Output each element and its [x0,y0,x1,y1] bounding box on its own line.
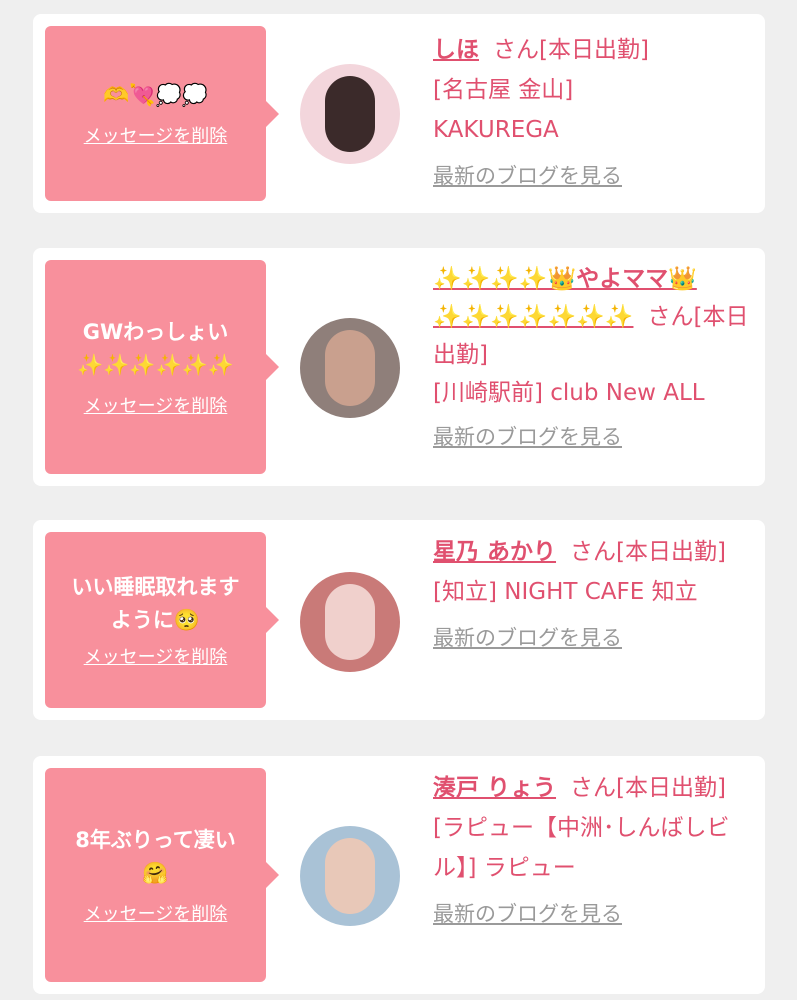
avatar[interactable] [300,64,400,164]
message-text: ✨✨✨✨✨✨ [77,353,234,377]
cast-info: ✨✨✨✨👑やよママ👑✨✨✨✨✨✨✨ さん[本日出勤] [川崎駅前] club Ne… [433,260,753,456]
latest-blog-link[interactable]: 最新のブログを見る [433,894,753,934]
message-card: 8年ぶりって凄い 🤗 メッセージを削除 湊戸 りょう さん[本日出勤] [ラピュー… [33,756,765,994]
message-text: GWわっしょい [82,320,229,344]
message-card: いい睡眠取れます ように🥺 メッセージを削除 星乃 あかり さん[本日出勤] [知… [33,520,765,720]
store-name: [知立] NIGHT CAFE 知立 [433,579,698,605]
message-card: GWわっしょい ✨✨✨✨✨✨ メッセージを削除 ✨✨✨✨👑やよママ👑✨✨✨✨✨✨… [33,248,765,486]
cast-name-link[interactable]: しほ [433,37,479,63]
cast-info: 星乃 あかり さん[本日出勤] [知立] NIGHT CAFE 知立 最新のブログ… [433,532,753,658]
cast-name-link[interactable]: 湊戸 りょう [433,775,556,801]
store-name: [ラピュー【中洲･しんばしビル】] ラピュー [433,815,730,881]
store-name: [名古屋 金山] KAKUREGA [433,77,574,143]
cast-info: しほ さん[本日出勤] [名古屋 金山] KAKUREGA 最新のブログを見る [433,30,753,196]
cast-line: しほ さん[本日出勤] [433,30,753,70]
avatar[interactable] [300,318,400,418]
avatar[interactable] [300,826,400,926]
latest-blog-link[interactable]: 最新のブログを見る [433,156,753,196]
cast-line: 星乃 あかり さん[本日出勤] [433,532,753,572]
message-bubble: 🫶💘💭💭 メッセージを削除 [45,26,279,201]
cast-status: さん[本日出勤] [570,775,726,801]
message-bubble: 8年ぶりって凄い 🤗 メッセージを削除 [45,768,279,982]
message-card: 🫶💘💭💭 メッセージを削除 しほ さん[本日出勤] [名古屋 金山] KAKURE… [33,14,765,213]
avatar-photo-figure [325,584,375,660]
avatar-photo-figure [325,330,375,406]
avatar[interactable] [300,572,400,672]
message-text: 8年ぶりって凄い [75,828,236,852]
delete-message-link[interactable]: メッセージを削除 [84,392,228,418]
message-bubble: GWわっしょい ✨✨✨✨✨✨ メッセージを削除 [45,260,279,474]
message-text: いい睡眠取れます [71,575,240,599]
delete-message-link[interactable]: メッセージを削除 [84,643,228,669]
cast-name-link[interactable]: 星乃 あかり [433,539,556,565]
message-bubble: いい睡眠取れます ように🥺 メッセージを削除 [45,532,279,708]
store-name: [川崎駅前] club New ALL [433,380,705,406]
cast-status: さん[本日出勤] [493,37,649,63]
cast-line: ✨✨✨✨👑やよママ👑✨✨✨✨✨✨✨ さん[本日出勤] [433,260,753,374]
message-text: 🤗 [142,861,169,885]
avatar-photo-figure [325,76,375,152]
cast-status: さん[本日出勤] [570,539,726,565]
cast-info: 湊戸 りょう さん[本日出勤] [ラピュー【中洲･しんばしビル】] ラピュー 最新… [433,768,753,934]
delete-message-link[interactable]: メッセージを削除 [84,900,228,926]
avatar-photo-figure [325,838,375,914]
latest-blog-link[interactable]: 最新のブログを見る [433,418,753,456]
message-text: ように🥺 [110,608,201,632]
message-text: 🫶💘💭💭 [103,83,208,107]
delete-message-link[interactable]: メッセージを削除 [84,122,228,148]
cast-line: 湊戸 りょう さん[本日出勤] [433,768,753,808]
latest-blog-link[interactable]: 最新のブログを見る [433,618,753,658]
